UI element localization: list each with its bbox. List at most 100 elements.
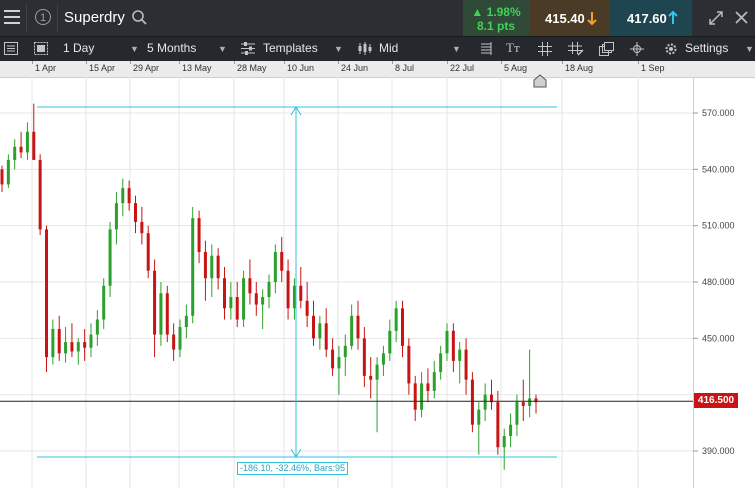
settings-button[interactable]: Settings (685, 37, 728, 61)
expand-icon[interactable] (708, 10, 724, 26)
price-chart[interactable]: 570.000 540.000 510.000 480.000 450.000 390.0… (0, 77, 755, 488)
candle-body (146, 233, 150, 271)
info-circle-icon[interactable]: 1 (35, 9, 51, 25)
date-axis: 1 Apr 15 Apr 29 Apr 13 May 28 May 10 Jun 24 Ju… (0, 61, 755, 78)
date-tick (638, 61, 639, 64)
candle-body (95, 319, 99, 335)
list-icon[interactable] (4, 42, 18, 55)
indicator-list-icon[interactable] (479, 42, 492, 55)
candle-body (420, 383, 424, 410)
range-dropdown[interactable]: 5 Months (147, 37, 196, 61)
buy-price: 417.60 (627, 11, 667, 26)
candle-body (159, 293, 163, 335)
date-tick (338, 61, 339, 64)
candle-body (83, 342, 87, 348)
candle-body (312, 315, 315, 339)
date-tick (447, 61, 448, 64)
candle-body (191, 218, 195, 316)
candle-body (388, 330, 392, 354)
candle-body (401, 308, 404, 346)
chevron-down-icon: ▼ (218, 44, 227, 54)
interval-label: 1 Day (63, 41, 95, 55)
candle-body (19, 146, 23, 153)
candle-body (70, 342, 74, 352)
candle-body (483, 394, 487, 410)
candle-body (184, 315, 188, 328)
date-tick-label: 24 Jun (341, 63, 369, 73)
candle-body (197, 218, 201, 252)
crosshair-icon[interactable] (630, 42, 644, 56)
candle-body (57, 328, 61, 354)
candle-body (496, 402, 500, 448)
candle-body (89, 334, 93, 348)
date-tick-label: 8 Jul (395, 63, 415, 73)
candle-body (305, 300, 309, 316)
candle-body (286, 270, 290, 309)
date-tick (179, 61, 180, 64)
interval-dropdown[interactable]: 1 Day (63, 37, 94, 61)
candle-body (432, 372, 436, 391)
candle-body (0, 169, 4, 185)
candle-body (515, 402, 519, 425)
sell-price: 415.40 (545, 11, 585, 26)
sell-button[interactable]: 415.40 (529, 0, 610, 36)
date-tick-label: 18 Aug (565, 63, 594, 73)
candle-body (165, 293, 169, 335)
drawing-grid-icon[interactable] (568, 41, 584, 57)
date-tick-label: 13 May (182, 63, 212, 73)
candle-body (292, 285, 296, 309)
price-axis-label: 450.000 (702, 333, 735, 343)
top-bar: 1 Superdry ▲ 1.98% 8.1 pts 415.40 417.60 (0, 0, 755, 36)
candle-body (13, 146, 17, 160)
price-axis-label: 480.000 (702, 277, 735, 287)
candle-body (210, 255, 214, 279)
candle-body (203, 251, 207, 279)
candle-body (464, 349, 468, 380)
date-tick-label: 1 Sep (641, 63, 665, 73)
templates-dropdown[interactable]: Templates (263, 37, 318, 61)
candle-body (350, 315, 354, 346)
candle-body (369, 375, 373, 380)
buy-button[interactable]: 417.60 (610, 0, 692, 36)
text-tool-icon[interactable]: Tт (506, 37, 520, 61)
instrument-name[interactable]: Superdry (64, 9, 125, 26)
candle-body (331, 349, 335, 369)
change-points: 8.1 pts (476, 19, 515, 33)
candle-body (223, 278, 226, 309)
layout-icon[interactable] (34, 42, 48, 55)
candle-body (51, 328, 55, 358)
candlestick-icon (358, 42, 372, 55)
candle-body (172, 334, 176, 350)
price-change-box: ▲ 1.98% 8.1 pts (463, 0, 529, 36)
price-type-dropdown[interactable]: Mid (379, 37, 398, 61)
chart-toolbar: 1 Day ▼ 5 Months ▼ Templates ▼ Mid ▼ Tт … (0, 36, 755, 61)
price-type-label: Mid (379, 41, 399, 55)
chevron-down-icon: ▼ (130, 44, 139, 54)
close-icon[interactable] (734, 10, 749, 25)
divider (26, 4, 27, 32)
date-tick (130, 61, 131, 64)
templates-label: Templates (263, 41, 318, 55)
candle-body (134, 203, 137, 222)
candle-body (318, 323, 322, 339)
grid-icon[interactable] (538, 42, 552, 56)
candle-body (114, 203, 118, 230)
candle-body (178, 327, 182, 350)
candle-body (407, 345, 411, 384)
price-axis-label: 570.000 (702, 108, 735, 118)
range-label: 5 Months (147, 41, 197, 55)
current-price-tag: 416.500 (694, 393, 738, 408)
home-icon[interactable] (533, 74, 547, 88)
candle-body (235, 297, 239, 320)
search-icon[interactable] (131, 9, 148, 26)
price-axis-label: 540.000 (702, 164, 735, 174)
windows-icon[interactable] (599, 42, 614, 56)
candle-body (76, 342, 80, 352)
hamburger-icon[interactable] (4, 10, 20, 24)
candle-body (299, 285, 303, 301)
candle-body (229, 297, 233, 309)
price-axis-label: 390.000 (702, 446, 735, 456)
candle-body (6, 159, 10, 185)
candle-body (375, 364, 379, 380)
date-tick (32, 61, 33, 64)
